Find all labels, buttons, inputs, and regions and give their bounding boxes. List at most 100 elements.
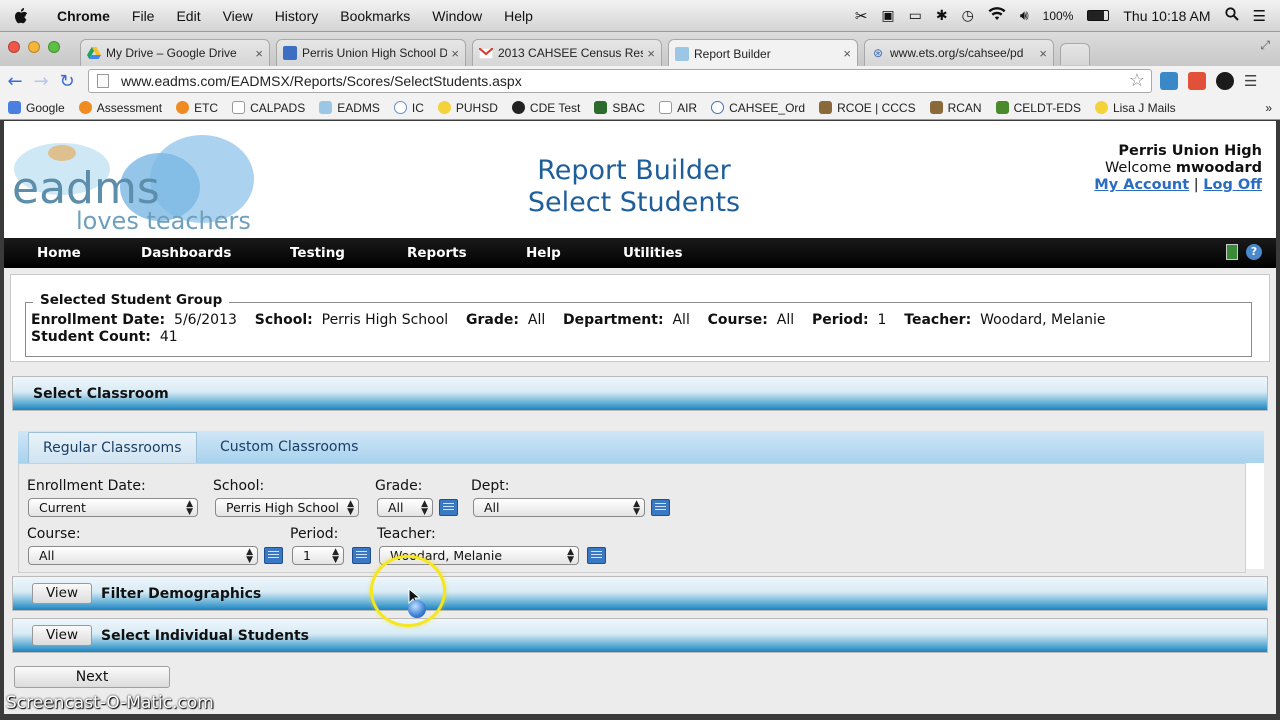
tab-close-icon[interactable]: × — [1039, 46, 1047, 61]
menu-app-name[interactable]: Chrome — [57, 8, 110, 24]
log-off-link[interactable]: Log Off — [1203, 177, 1262, 193]
yellow-circle-icon — [437, 101, 451, 114]
tools-icon[interactable]: ✂ — [855, 7, 868, 25]
battery-icon[interactable] — [1087, 10, 1110, 21]
extension-dark-icon[interactable] — [1216, 72, 1234, 90]
tab-close-icon[interactable]: × — [451, 46, 459, 61]
chrome-menu-icon[interactable]: ☰ — [1244, 72, 1262, 90]
department-value: All — [672, 312, 690, 328]
menu-edit[interactable]: Edit — [176, 8, 200, 24]
bookmark-assessment[interactable]: Assessment — [78, 101, 162, 115]
next-button[interactable]: Next — [14, 666, 170, 688]
window-controls — [8, 41, 60, 53]
wifi-icon[interactable] — [988, 7, 1006, 24]
period-select[interactable]: 1 ▲ ▼ — [292, 546, 344, 565]
school-select[interactable]: Perris High School ▲ ▼ — [215, 498, 359, 517]
dept-filter-label: Dept: — [471, 478, 510, 494]
tab-regular-classrooms[interactable]: Regular Classrooms — [28, 432, 197, 463]
bookmark-rcan[interactable]: RCAN — [929, 101, 982, 115]
select-classroom-header[interactable]: Select Classroom — [12, 376, 1268, 411]
dept-list-icon[interactable] — [651, 499, 670, 516]
clock[interactable]: Thu 10:18 AM — [1123, 8, 1210, 24]
logo-tagline: loves teachers — [76, 207, 251, 233]
forward-arrow-icon[interactable]: → — [28, 71, 54, 92]
apple-icon[interactable] — [14, 7, 34, 24]
reload-icon[interactable]: ↻ — [54, 71, 80, 92]
notification-list-icon[interactable]: ☰ — [1253, 7, 1266, 25]
bookmark-ic[interactable]: IC — [393, 101, 424, 115]
bookmark-etc[interactable]: ETC — [176, 101, 218, 115]
bookmark-rcoe[interactable]: RCOE | CCCS — [819, 101, 916, 115]
help-circle-icon[interactable]: ? — [1246, 244, 1262, 260]
menu-view[interactable]: View — [223, 8, 253, 24]
bluetooth-icon[interactable]: ✱ — [936, 7, 948, 24]
menu-bookmarks[interactable]: Bookmarks — [340, 8, 410, 24]
battery-percent[interactable]: 100% — [1043, 9, 1074, 23]
tab-close-icon[interactable]: × — [255, 46, 263, 61]
screen-icon[interactable]: ▣ — [881, 7, 894, 24]
view-individual-students-button[interactable]: View — [32, 625, 92, 646]
bookmark-lisa-j-mails[interactable]: Lisa J Mails — [1094, 101, 1176, 115]
zoom-window-button[interactable] — [48, 41, 60, 53]
course-list-icon[interactable] — [264, 547, 283, 564]
minimize-window-button[interactable] — [28, 41, 40, 53]
extension-monitor-icon[interactable] — [1160, 72, 1178, 90]
globe-icon: ⊛ — [872, 46, 884, 60]
nav-reports[interactable]: Reports — [407, 238, 467, 268]
menu-history[interactable]: History — [275, 8, 319, 24]
menu-file[interactable]: File — [132, 8, 155, 24]
grade-value: All — [527, 312, 546, 328]
time-machine-icon[interactable]: ◷ — [962, 7, 974, 24]
browser-tab[interactable]: My Drive – Google Drive × — [80, 39, 270, 66]
grade-select[interactable]: All ▲ ▼ — [377, 498, 433, 517]
bookmarks-overflow-icon[interactable]: » — [1265, 101, 1272, 115]
nav-home[interactable]: Home — [37, 238, 81, 268]
google-plus-extension-icon[interactable] — [1188, 72, 1206, 90]
bookmark-google[interactable]: Google — [8, 101, 65, 115]
back-arrow-icon[interactable]: ← — [2, 71, 28, 92]
bookmark-cde-test[interactable]: CDE Test — [511, 100, 581, 115]
school-value: Perris High School — [321, 312, 449, 328]
bookmark-calpads[interactable]: CALPADS — [232, 101, 305, 115]
spotlight-icon[interactable] — [1224, 7, 1239, 24]
browser-tab[interactable]: Perris Union High School D × — [276, 39, 466, 66]
bookmark-star-icon[interactable]: ☆ — [1129, 70, 1145, 91]
eadms-logo[interactable]: eadms loves teachers — [10, 129, 262, 235]
airplay-icon[interactable]: ▭ — [909, 7, 922, 24]
nav-utilities[interactable]: Utilities — [623, 238, 683, 268]
browser-tab-active[interactable]: Report Builder × — [668, 39, 858, 67]
browser-tab[interactable]: 2013 CAHSEE Census Res × — [472, 39, 662, 66]
tab-close-icon[interactable]: × — [843, 46, 851, 61]
bookmark-label: CALPADS — [250, 100, 306, 115]
bookmark-label: CDE Test — [529, 100, 581, 115]
address-bar[interactable]: www.eadms.com/EADMSX/Reports/Scores/Sele… — [88, 69, 1152, 93]
enrollment-date-select[interactable]: Current ▲ ▼ — [28, 498, 198, 517]
view-demographics-button[interactable]: View — [32, 583, 92, 604]
dept-select[interactable]: All ▲ ▼ — [473, 498, 645, 517]
period-list-icon[interactable] — [352, 547, 371, 564]
teacher-list-icon[interactable] — [587, 547, 606, 564]
calculator-icon[interactable] — [1226, 244, 1238, 260]
course-select[interactable]: All ▲ ▼ — [28, 546, 258, 565]
tab-close-icon[interactable]: × — [647, 46, 655, 61]
menu-window[interactable]: Window — [432, 8, 482, 24]
volume-icon[interactable]: 🔊︎ — [1020, 7, 1029, 24]
bookmark-puhsd[interactable]: PUHSD — [437, 101, 498, 115]
nav-help[interactable]: Help — [526, 238, 561, 268]
grade-list-icon[interactable] — [439, 499, 458, 516]
bookmark-cahsee-ord[interactable]: CAHSEE_Ord — [711, 101, 805, 115]
bookmark-sbac[interactable]: SBAC — [594, 101, 645, 115]
nav-dashboards[interactable]: Dashboards — [141, 238, 231, 268]
select-arrows-icon: ▲ ▼ — [186, 499, 193, 517]
my-account-link[interactable]: My Account — [1094, 177, 1189, 193]
bookmark-eadms[interactable]: EADMS — [319, 101, 380, 115]
bookmark-air[interactable]: AIR — [659, 101, 697, 115]
bookmark-celdt-eds[interactable]: CELDT-EDS — [995, 101, 1081, 115]
tab-custom-classrooms[interactable]: Custom Classrooms — [206, 432, 372, 463]
close-window-button[interactable] — [8, 41, 20, 53]
menu-help[interactable]: Help — [504, 8, 533, 24]
fullscreen-icon[interactable]: ⤢ — [1260, 38, 1270, 53]
new-tab-button[interactable] — [1060, 43, 1090, 65]
nav-testing[interactable]: Testing — [290, 238, 345, 268]
browser-tab[interactable]: ⊛ www.ets.org/s/cahsee/pd × — [864, 39, 1054, 66]
